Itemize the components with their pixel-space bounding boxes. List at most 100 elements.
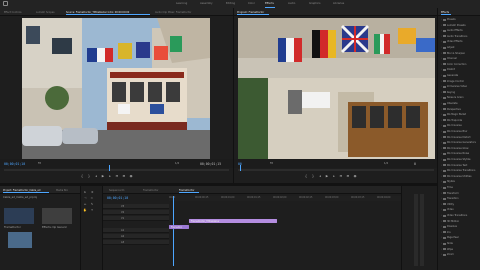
source-playhead[interactable]: [109, 165, 111, 171]
chevron-right-icon[interactable]: ›: [441, 141, 442, 144]
effects-tree-item[interactable]: › Channel: [441, 57, 457, 60]
tab-framedoctor-a[interactable]: FrameDoctor: [143, 189, 158, 192]
chevron-right-icon[interactable]: ›: [441, 169, 442, 172]
effects-tree-item[interactable]: › Video: [441, 208, 454, 211]
effects-tree-item[interactable]: › Audio Transitions: [441, 35, 467, 38]
effects-tree-item[interactable]: › Adjust: [441, 46, 454, 49]
chevron-right-icon[interactable]: ›: [441, 52, 442, 55]
chevron-right-icon[interactable]: ›: [441, 74, 442, 77]
chevron-right-icon[interactable]: ›: [441, 231, 442, 234]
chevron-right-icon[interactable]: ›: [441, 124, 442, 127]
chevron-right-icon[interactable]: ›: [441, 253, 442, 256]
effects-tree-item[interactable]: › Presets: [441, 18, 456, 21]
workspace-editing[interactable]: Editing: [226, 2, 235, 5]
effects-tree-item[interactable]: › RG Universe Glow: [441, 147, 468, 150]
step-forward-icon[interactable]: ▸: [108, 174, 112, 178]
program-playhead[interactable]: [240, 165, 242, 171]
chevron-right-icon[interactable]: ›: [441, 186, 442, 189]
effects-tree-item[interactable]: › Immersive Video: [441, 85, 467, 88]
tab-lumetri-scopes[interactable]: Lumetri Scopes: [36, 11, 54, 14]
chevron-right-icon[interactable]: ›: [441, 29, 442, 32]
chevron-right-icon[interactable]: ›: [441, 175, 442, 178]
effects-tree-item[interactable]: › Noise & Grain: [441, 96, 463, 99]
effects-tree-item[interactable]: › Slide: [441, 242, 453, 245]
chevron-right-icon[interactable]: ›: [441, 236, 442, 239]
workspace-effects[interactable]: Effects: [265, 2, 274, 5]
program-scrubber[interactable]: [238, 169, 434, 171]
effects-tree-item[interactable]: › RG Universe Blur: [441, 130, 467, 133]
source-resolution-select[interactable]: 1/2: [175, 162, 179, 165]
effects-tree-item[interactable]: › Distort: [441, 68, 455, 71]
chevron-right-icon[interactable]: ›: [441, 119, 442, 122]
chevron-right-icon[interactable]: ›: [441, 220, 442, 223]
source-zoom-select[interactable]: Fit: [38, 162, 41, 165]
slip-icon[interactable]: ↔: [83, 202, 87, 206]
chevron-right-icon[interactable]: ›: [441, 108, 442, 111]
track-select-icon[interactable]: ⇉: [90, 190, 94, 194]
timeline-playhead[interactable]: [173, 196, 175, 266]
effects-tree-item[interactable]: › Page Peel: [441, 236, 458, 239]
tab-audio-clip-mixer[interactable]: Audio Clip Mixer: FrameDoctor: [155, 11, 191, 14]
step-back-icon[interactable]: ◂: [94, 174, 98, 178]
workspace-libraries[interactable]: Libraries: [333, 2, 344, 5]
home-icon[interactable]: [3, 1, 8, 6]
effects-tree-item[interactable]: › RG Universe Utilities: [441, 175, 472, 178]
chevron-right-icon[interactable]: ›: [441, 197, 442, 200]
effects-tree-item[interactable]: › Blur & Sharpen: [441, 52, 465, 55]
chevron-right-icon[interactable]: ›: [441, 130, 442, 133]
effects-tree-item[interactable]: › RG Magic Bullet: [441, 113, 466, 116]
workspace-assembly[interactable]: Assembly: [200, 2, 213, 5]
razor-icon[interactable]: ✂: [90, 196, 94, 200]
workspace-color[interactable]: Color: [248, 2, 255, 5]
project-thumbnail-1[interactable]: [4, 208, 34, 224]
chevron-right-icon[interactable]: ›: [441, 80, 442, 83]
effects-tree-item[interactable]: › Zoom: [441, 253, 454, 256]
mark-in-icon[interactable]: {: [304, 174, 308, 178]
chevron-right-icon[interactable]: ›: [441, 85, 442, 88]
mark-out-icon[interactable]: }: [311, 174, 315, 178]
effects-tree-item[interactable]: › Color Correction: [441, 63, 466, 66]
tab-sequence-01[interactable]: Sequence 01: [109, 189, 125, 192]
workspace-audio[interactable]: Audio: [288, 2, 295, 5]
effects-tree-item[interactable]: › Obsolete: [441, 102, 458, 105]
workspace-learning[interactable]: Learning: [176, 2, 187, 5]
effects-tree-item[interactable]: › Time: [441, 186, 453, 189]
chevron-right-icon[interactable]: ›: [441, 96, 442, 99]
effects-tree-item[interactable]: › 3D Motion: [441, 220, 459, 223]
extract-icon[interactable]: ⊞: [346, 174, 350, 178]
effects-tree-item[interactable]: › Transform: [441, 192, 459, 195]
chevron-right-icon[interactable]: ›: [441, 24, 442, 27]
effects-tree-item[interactable]: › RG Universe Distort: [441, 136, 471, 139]
lift-icon[interactable]: ⊟: [339, 174, 343, 178]
step-back-icon[interactable]: ◂: [318, 174, 322, 178]
project-thumbnail-2[interactable]: [42, 208, 72, 224]
effects-tree-item[interactable]: › Video Transitions: [441, 214, 467, 217]
chevron-right-icon[interactable]: ›: [441, 180, 442, 183]
effects-tree-item[interactable]: › Utility: [441, 203, 454, 206]
effects-tree-item[interactable]: › RG Universe: [441, 124, 462, 127]
chevron-right-icon[interactable]: ›: [441, 18, 442, 21]
program-resolution-select[interactable]: 1/2: [384, 162, 388, 165]
program-zoom-select[interactable]: Fit: [270, 162, 273, 165]
effects-tree-item[interactable]: › Wipe: [441, 248, 453, 251]
effects-tree-item[interactable]: › Perspective: [441, 108, 461, 111]
chevron-right-icon[interactable]: ›: [441, 91, 442, 94]
timeline-clip[interactable]: FrameDoctor_TMCableCar: [189, 219, 277, 223]
effects-tree-item[interactable]: › Stylize: [441, 180, 455, 183]
chevron-right-icon[interactable]: ›: [441, 152, 442, 155]
hand-icon[interactable]: ✋: [83, 208, 87, 212]
source-playhead-timecode[interactable]: 00;00;01;10: [4, 162, 25, 166]
chevron-right-icon[interactable]: ›: [441, 68, 442, 71]
step-forward-icon[interactable]: ▸: [332, 174, 336, 178]
effects-tree-item[interactable]: › Dissolve: [441, 225, 457, 228]
pen-icon[interactable]: ✎: [90, 202, 94, 206]
effects-tree-item[interactable]: › Lumetri Presets: [441, 24, 466, 27]
chevron-right-icon[interactable]: ›: [441, 158, 442, 161]
chevron-right-icon[interactable]: ›: [441, 147, 442, 150]
timeline-timecode[interactable]: 00;00;01;10: [107, 196, 128, 200]
chevron-right-icon[interactable]: ›: [441, 40, 442, 43]
chevron-right-icon[interactable]: ›: [441, 192, 442, 195]
chevron-right-icon[interactable]: ›: [441, 136, 442, 139]
tab-media-browser[interactable]: Media Bro: [56, 189, 68, 192]
export-frame-icon[interactable]: ◉: [353, 174, 357, 178]
